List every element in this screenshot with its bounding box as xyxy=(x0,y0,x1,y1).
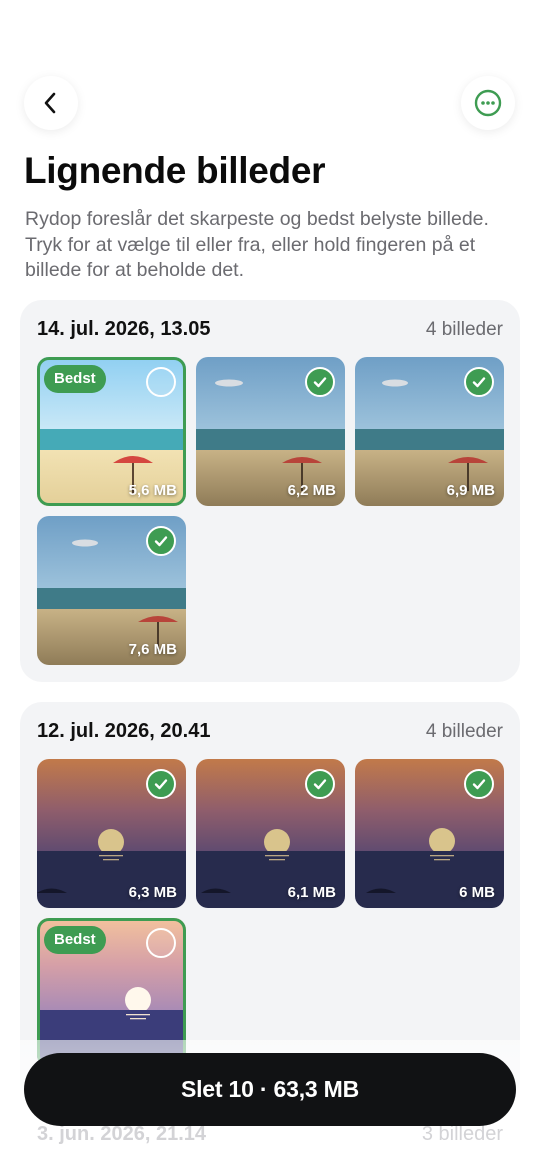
more-options-button[interactable] xyxy=(461,76,515,130)
photo-thumbnail[interactable]: 6,2 MB xyxy=(196,357,345,506)
photo-size: 5,6 MB xyxy=(128,482,177,499)
group-count: 4 billeder xyxy=(425,319,503,340)
checkmark-icon[interactable] xyxy=(146,526,176,556)
photo-size: 6 MB xyxy=(459,884,495,901)
photo-size: 6,1 MB xyxy=(287,884,336,901)
checkmark-icon[interactable] xyxy=(305,769,335,799)
best-badge: Bedst xyxy=(44,365,106,393)
checkmark-icon[interactable] xyxy=(146,769,176,799)
photo-thumbnail[interactable]: Bedst 5,6 MB xyxy=(37,357,186,506)
checkmark-icon[interactable] xyxy=(305,367,335,397)
page-subtitle: Rydop foreslår det skarpeste og bedst be… xyxy=(25,208,489,281)
group-header: 12. jul. 2026, 20.41 4 billeder xyxy=(37,720,503,743)
photo-size: 6,3 MB xyxy=(128,884,177,901)
photo-thumbnail[interactable]: 6,1 MB xyxy=(196,759,345,908)
best-badge: Bedst xyxy=(44,926,106,954)
photo-thumbnail[interactable]: 6 MB xyxy=(355,759,504,908)
group-date: 14. jul. 2026, 13.05 xyxy=(37,318,211,340)
unselected-circle-icon[interactable] xyxy=(146,367,176,397)
photo-thumbnail[interactable]: 6,3 MB xyxy=(37,759,186,908)
group-header: 3. jun. 2026, 21.14 3 billeder xyxy=(37,1123,503,1146)
page-title: Lignende billeder xyxy=(24,150,326,191)
chevron-left-icon xyxy=(44,92,56,114)
checkmark-icon[interactable] xyxy=(464,367,494,397)
photo-group: 14. jul. 2026, 13.05 4 billeder Bedst 5,… xyxy=(20,300,520,682)
back-button[interactable] xyxy=(24,76,78,130)
ellipsis-circle-icon xyxy=(474,89,502,117)
group-header: 14. jul. 2026, 13.05 4 billeder xyxy=(37,318,503,341)
group-count: 3 billeder xyxy=(421,1123,503,1145)
group-count: 4 billeder xyxy=(425,721,503,742)
checkmark-icon[interactable] xyxy=(464,769,494,799)
photo-thumbnail[interactable]: 6,9 MB xyxy=(355,357,504,506)
group-date: 12. jul. 2026, 20.41 xyxy=(37,720,211,742)
unselected-circle-icon[interactable] xyxy=(146,928,176,958)
group-date: 3. jun. 2026, 21.14 xyxy=(37,1123,206,1145)
photo-thumbnail[interactable]: 7,6 MB xyxy=(37,516,186,665)
photo-size: 7,6 MB xyxy=(128,641,177,658)
photo-size: 6,9 MB xyxy=(446,482,495,499)
photo-size: 6,2 MB xyxy=(287,482,336,499)
delete-selected-button[interactable]: Slet 10 · 63,3 MB xyxy=(24,1053,516,1126)
